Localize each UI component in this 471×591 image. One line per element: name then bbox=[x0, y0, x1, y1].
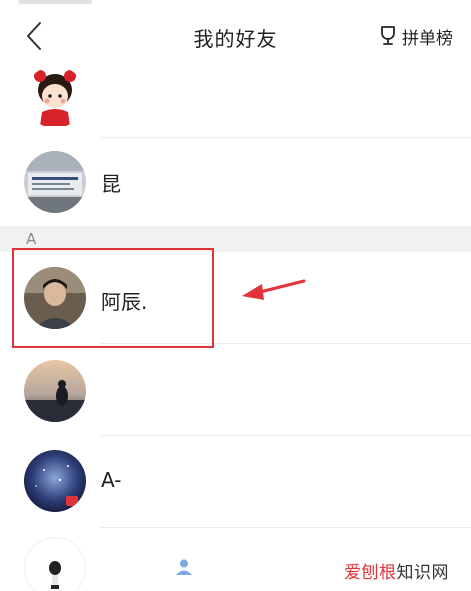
list-item[interactable]: 昆 bbox=[0, 138, 471, 226]
avatar bbox=[24, 360, 86, 422]
list-item[interactable] bbox=[0, 344, 471, 436]
ranking-button[interactable]: 拼单榜 bbox=[378, 23, 453, 49]
avatar bbox=[24, 267, 86, 329]
status-bar bbox=[0, 0, 471, 8]
nav-header: 我的好友 拼单榜 bbox=[0, 8, 471, 64]
bottom-area: 爱刨根知识网 bbox=[0, 530, 471, 591]
watermark-rest: 知识网 bbox=[396, 563, 449, 583]
trophy-icon bbox=[378, 25, 398, 47]
user-icon[interactable] bbox=[175, 558, 193, 576]
friends-page: 我的好友 拼单榜 昆 A 阿辰. A- 爱刨根知识网 bbox=[0, 0, 471, 591]
list-item[interactable]: 阿辰. bbox=[0, 252, 471, 344]
ranking-label: 拼单榜 bbox=[402, 28, 453, 49]
watermark-accent: 爱刨根 bbox=[344, 563, 397, 583]
avatar[interactable] bbox=[24, 537, 86, 591]
contact-name: A- bbox=[101, 468, 122, 492]
divider bbox=[100, 527, 471, 528]
contact-name: 阿辰. bbox=[101, 290, 148, 314]
section-header: A bbox=[0, 226, 471, 252]
avatar bbox=[24, 450, 86, 512]
contact-name: 昆 bbox=[101, 172, 121, 196]
avatar bbox=[24, 151, 86, 213]
section-letter: A bbox=[26, 230, 37, 248]
avatar bbox=[24, 66, 86, 128]
watermark: 爱刨根知识网 bbox=[342, 558, 451, 583]
list-item[interactable] bbox=[0, 64, 471, 138]
list-item[interactable]: A- bbox=[0, 436, 471, 528]
status-bar-text bbox=[18, 0, 92, 4]
